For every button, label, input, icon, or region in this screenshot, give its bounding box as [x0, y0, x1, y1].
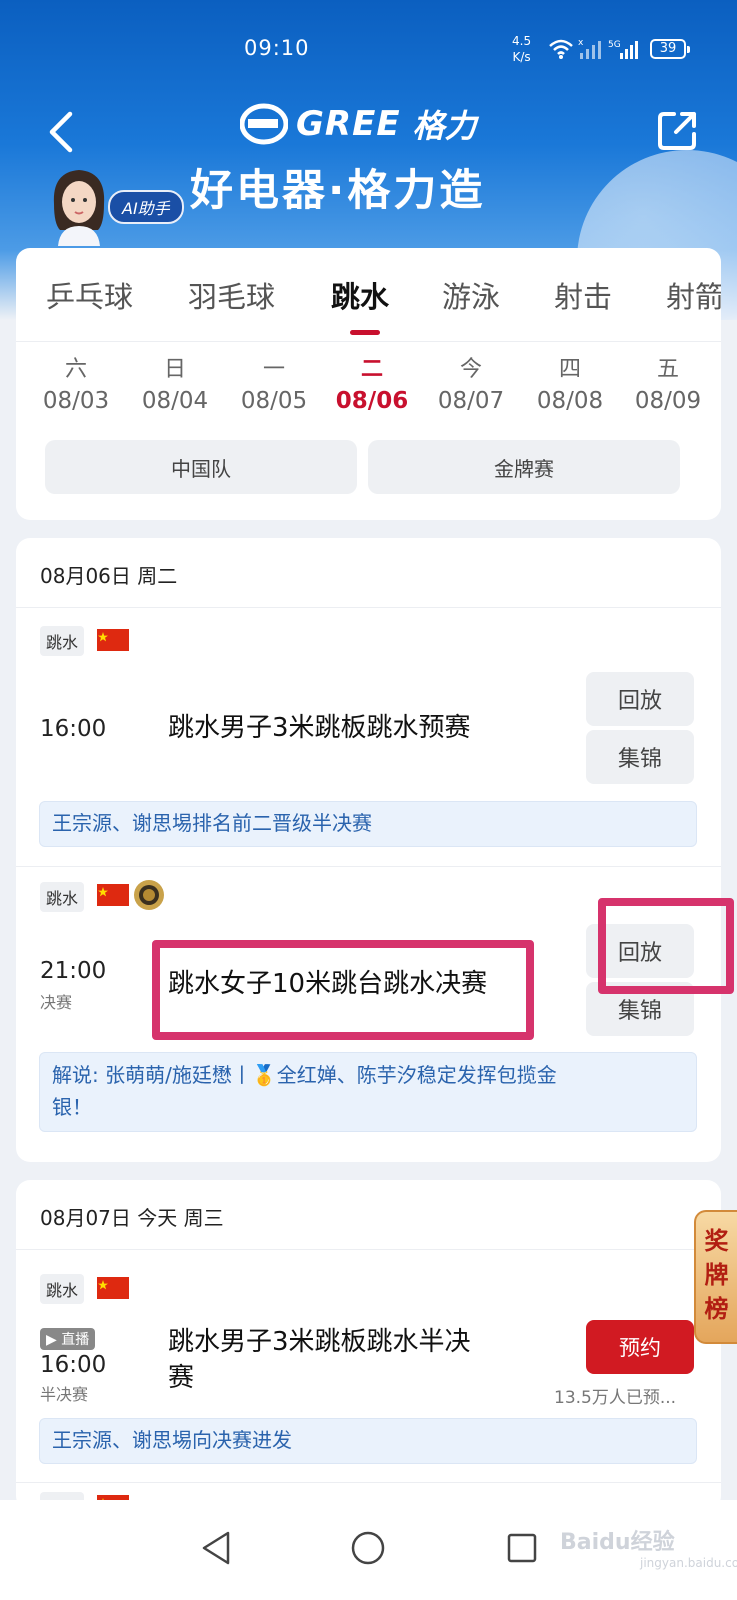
event-note: 王宗源、谢思埸排名前二晋级半决赛: [39, 801, 697, 847]
day-header: 08月07日 今天 周三: [16, 1180, 721, 1250]
slogan: 好电器·格力造: [190, 166, 486, 216]
date-item-selected[interactable]: 二 08/06: [332, 356, 412, 418]
status-bar: 09:10 4.5 K/s x 5G 39: [0, 0, 737, 96]
china-flag-icon: [97, 629, 129, 651]
date-weekday: 六: [64, 357, 87, 382]
date-weekday: 四: [558, 357, 581, 382]
tab-archery[interactable]: 射箭: [666, 274, 721, 316]
sport-tag: 跳水: [40, 882, 85, 912]
event-time: 16:00: [40, 1352, 107, 1378]
event-stage: 决赛: [40, 993, 73, 1012]
filter-chip-gold-medal[interactable]: 金牌赛: [368, 440, 680, 494]
signal-icon: x: [578, 38, 601, 59]
date-label: 08/03: [42, 388, 110, 414]
date-weekday: 二: [360, 357, 383, 382]
gree-logo: GREE 格力: [240, 102, 477, 146]
date-label: 08/06: [335, 388, 409, 414]
sport-tag: 跳水: [40, 1274, 85, 1304]
nav-recent-icon[interactable]: [506, 1532, 538, 1564]
watermark: Baidu经验: [560, 1530, 675, 1555]
date-label: 08/05: [240, 388, 308, 414]
sport-tabs: 乒乓球 羽毛球 跳水 游泳 射击 射箭: [16, 248, 721, 342]
date-weekday: 今: [459, 357, 482, 382]
ai-assistant-badge[interactable]: AI助手: [108, 190, 184, 224]
tab-shooting[interactable]: 射击: [554, 274, 612, 316]
date-item[interactable]: 日 08/04: [135, 356, 215, 418]
replay-button[interactable]: 回放: [586, 672, 694, 726]
schedule-day-card: 08月07日 今天 周三 跳水 ▶ 直播 16:00 半决赛 跳水男子3米跳板跳…: [16, 1180, 721, 1510]
highlight-box-replay: [598, 898, 734, 994]
wifi-icon: [549, 39, 573, 59]
date-item[interactable]: 四 08/08: [530, 356, 610, 418]
brand-text: GREE: [296, 104, 401, 144]
date-label: 08/07: [437, 388, 505, 414]
event-note-line: 银！: [52, 1095, 92, 1119]
divider: [16, 1482, 721, 1483]
event-title-line: 跳水男子3米跳板跳水半决: [168, 1327, 471, 1357]
svg-text:5G: 5G: [608, 40, 621, 50]
highlight-box-title: [152, 940, 534, 1040]
gold-medal-icon: [134, 880, 164, 910]
signal-5g-icon: 5G: [608, 40, 638, 59]
medal-table-tab[interactable]: 奖 牌 榜: [694, 1210, 737, 1344]
nav-back-icon[interactable]: [200, 1530, 232, 1566]
highlights-button[interactable]: 集锦: [586, 730, 694, 784]
net-speed-value: 4.5: [512, 34, 532, 48]
back-icon[interactable]: [42, 108, 82, 156]
event-note-line: 解说: 张萌萌/施廷懋丨🥇全红婵、陈芋汐稳定发挥包揽金: [52, 1063, 557, 1087]
live-label: 直播: [61, 1332, 90, 1348]
share-icon[interactable]: [654, 108, 700, 154]
brand-cn: 格力: [412, 107, 477, 145]
date-weekday: 五: [656, 357, 679, 382]
medal-tab-char: 牌: [704, 1261, 729, 1289]
filter-chip-china-team[interactable]: 中国队: [45, 440, 357, 494]
event-note: 王宗源、谢思埸向决赛进发: [39, 1418, 697, 1464]
battery-icon: 39: [650, 39, 690, 59]
net-speed: 4.5 K/s: [512, 33, 531, 65]
date-label: 08/08: [536, 388, 604, 414]
event-stage: 半决赛: [40, 1385, 89, 1404]
date-item[interactable]: 一 08/05: [234, 356, 314, 418]
china-flag-icon: [97, 884, 129, 906]
gree-mark-icon: [240, 103, 288, 145]
filter-card: 乒乓球 羽毛球 跳水 游泳 射击 射箭 六 08/03 日 08/04 一 08…: [16, 248, 721, 520]
status-time: 09:10: [244, 36, 310, 60]
sport-tag: 跳水: [40, 626, 85, 656]
tab-swimming[interactable]: 游泳: [442, 274, 500, 316]
nav-home-icon[interactable]: [350, 1530, 386, 1566]
tab-diving[interactable]: 跳水: [331, 274, 389, 316]
watermark-url: jingyan.baidu.com: [640, 1556, 737, 1570]
reserve-button[interactable]: 预约: [586, 1320, 694, 1374]
live-badge: ▶ 直播: [40, 1328, 96, 1350]
event-title-line: 赛: [168, 1363, 195, 1393]
divider: [16, 866, 721, 867]
china-flag-icon: [97, 1277, 129, 1299]
net-speed-unit: K/s: [512, 50, 531, 64]
event-title[interactable]: 跳水男子3米跳板跳水预赛: [168, 710, 471, 746]
ai-assistant-avatar[interactable]: [48, 164, 110, 246]
date-label: 08/04: [141, 388, 209, 414]
reserved-count: 13.5万人已预...: [554, 1388, 677, 1408]
event-time: 16:00: [40, 716, 107, 742]
day-header: 08月06日 周二: [16, 538, 721, 608]
date-weekday: 一: [262, 357, 285, 382]
medal-tab-char: 奖: [704, 1227, 729, 1255]
date-item[interactable]: 五 08/09: [628, 356, 708, 418]
date-item[interactable]: 今 08/07: [431, 356, 511, 418]
active-tab-indicator: [350, 330, 380, 335]
event-note: 解说: 张萌萌/施廷懋丨🥇全红婵、陈芋汐稳定发挥包揽金 银！: [39, 1052, 697, 1132]
date-label: 08/09: [634, 388, 702, 414]
tab-badminton[interactable]: 羽毛球: [188, 274, 275, 316]
schedule-day-card: 08月06日 周二 跳水 16:00 跳水男子3米跳板跳水预赛 回放 集锦 王宗…: [16, 538, 721, 1162]
tab-table-tennis[interactable]: 乒乓球: [46, 274, 133, 316]
event-time: 21:00: [40, 958, 107, 984]
event-title[interactable]: 跳水男子3米跳板跳水半决 赛: [168, 1324, 471, 1396]
svg-text:x: x: [578, 38, 584, 48]
medal-tab-char: 榜: [704, 1295, 729, 1323]
date-item[interactable]: 六 08/03: [36, 356, 116, 418]
date-weekday: 日: [163, 357, 186, 382]
